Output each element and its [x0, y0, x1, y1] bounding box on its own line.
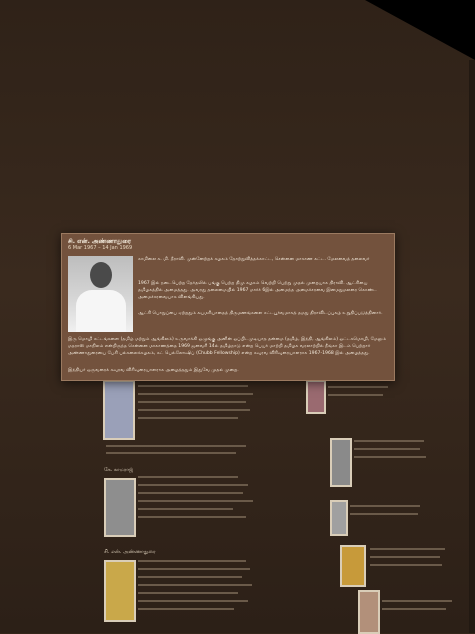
leader-thumbnail[interactable] [330, 500, 348, 536]
text-line [370, 548, 445, 550]
leader-thumbnail[interactable] [104, 478, 136, 537]
text-line [354, 456, 426, 458]
leader-thumbnail[interactable] [306, 380, 326, 414]
text-line [106, 445, 246, 447]
text-line [138, 476, 238, 478]
entry-title: சி. என். அண்ணாதுரை [104, 549, 156, 555]
leader-portrait [68, 256, 133, 332]
text-line [382, 608, 446, 610]
leader-thumbnail[interactable] [103, 380, 135, 440]
tenure-dates: 6 Mar 1967 – 14 Jan 1969 [68, 245, 133, 251]
text-line [138, 568, 250, 570]
text-line [354, 440, 424, 442]
portrait-head [90, 262, 112, 288]
text-line [138, 608, 234, 610]
text-line [350, 513, 418, 515]
popup-paragraph: 1967 இல் நடைபெற்ற தேர்தலில் பங்கு பெற்ற … [138, 281, 377, 300]
text-line [138, 584, 252, 586]
text-line [138, 516, 246, 518]
text-line [370, 556, 440, 558]
leader-thumbnail[interactable] [340, 545, 366, 587]
popup-paragraph: இரு மொழி சட்டங்களை (தமிழ் மற்றும் ஆங்கில… [68, 337, 387, 356]
text-line [138, 560, 246, 562]
text-line [138, 417, 238, 419]
text-line [138, 500, 253, 502]
text-line [350, 505, 420, 507]
text-line [138, 492, 243, 494]
leader-thumbnail[interactable] [104, 560, 136, 622]
text-line [138, 401, 246, 403]
text-line [138, 600, 248, 602]
text-line [138, 409, 250, 411]
text-line [106, 452, 236, 454]
text-line [138, 576, 242, 578]
leader-thumbnail[interactable] [330, 438, 352, 487]
popup-paragraph: காமிலை க. மி. தீராவி. முன்னேற்றக் கழகம் … [138, 257, 370, 262]
leader-thumbnail[interactable] [358, 590, 380, 634]
text-line [138, 592, 238, 594]
text-line [382, 600, 452, 602]
popup-paragraph: இந்தியர் ஒருவரைக் கவுரவ விரிவுரையாளராக அ… [68, 368, 239, 373]
text-line [370, 564, 442, 566]
portrait-body [76, 290, 126, 332]
text-line [138, 484, 248, 486]
text-line [328, 386, 388, 388]
text-line [328, 394, 383, 396]
text-line [138, 393, 253, 395]
text-line [138, 508, 233, 510]
popup-paragraph: ஆட்சி பொறுப்பை ஏற்றதும் சுயமரியாதைத் திர… [138, 311, 383, 316]
entry-title: கே. காமராஜ் [104, 467, 134, 473]
leader-detail-popup[interactable]: சி. என். அண்ணாதுரை 6 Mar 1967 – 14 Jan 1… [61, 233, 395, 381]
text-line [354, 448, 420, 450]
text-line [138, 385, 248, 387]
